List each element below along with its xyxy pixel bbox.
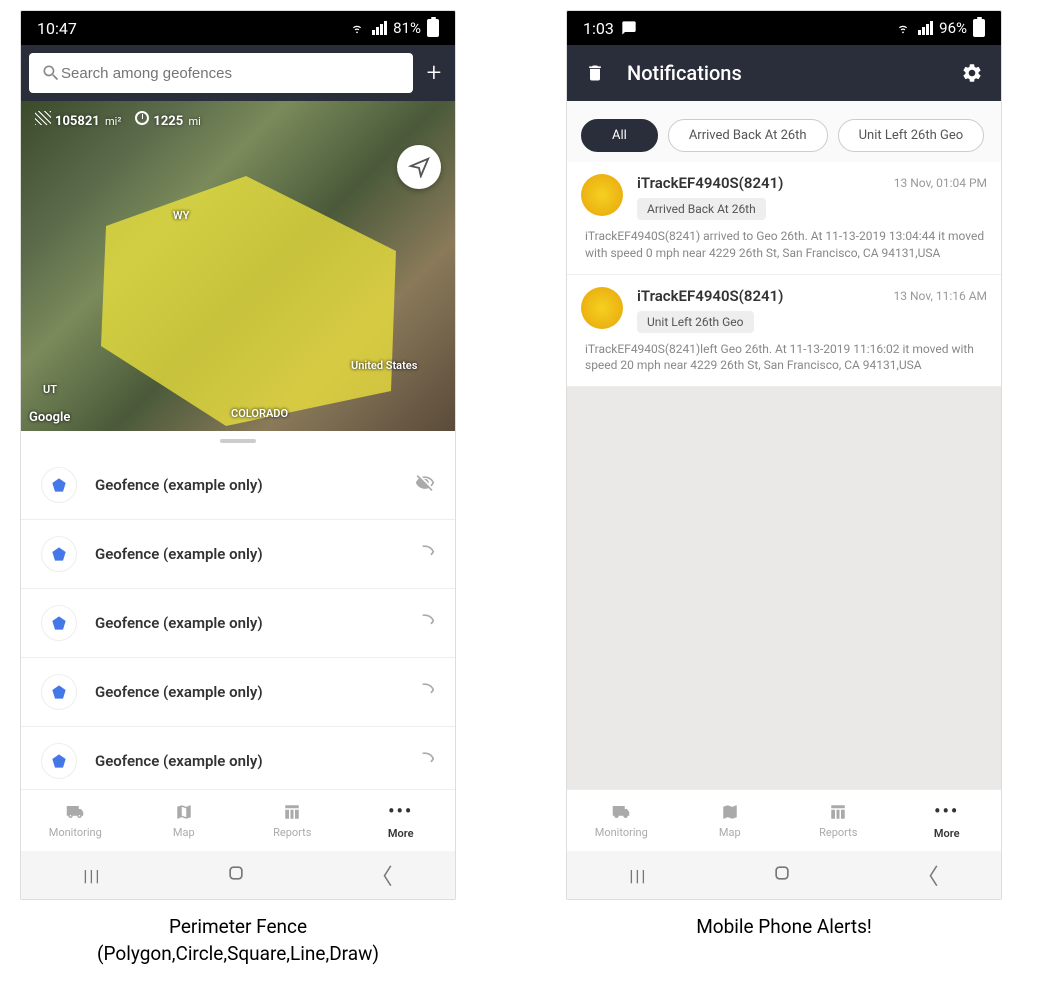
map-label-ut: UT xyxy=(43,383,57,396)
notification-desc: iTrackEF4940S(8241) arrived to Geo 26th.… xyxy=(581,228,987,262)
table-icon xyxy=(281,803,303,821)
signal-icon xyxy=(918,21,933,35)
geofence-shape-icon xyxy=(41,605,77,641)
map-label-co: COLORADO xyxy=(231,407,288,420)
recent-apps-button[interactable]: ||| xyxy=(83,866,101,885)
geofence-polygon xyxy=(86,171,416,431)
nav-monitoring[interactable]: Monitoring xyxy=(567,790,676,851)
caption-left: Perimeter Fence(Polygon,Circle,Square,Li… xyxy=(20,914,456,967)
more-icon: ••• xyxy=(388,801,413,822)
wifi-icon xyxy=(348,21,366,35)
notification-card[interactable]: iTrackEF4940S(8241)13 Nov, 11:16 AM Unit… xyxy=(567,275,1001,388)
home-button[interactable] xyxy=(772,863,792,887)
list-item[interactable]: Geofence (example only) xyxy=(21,589,455,658)
back-button[interactable]: 〈 xyxy=(917,859,939,891)
geofence-list: Geofence (example only) Geofence (exampl… xyxy=(21,451,455,789)
back-button[interactable]: 〈 xyxy=(371,859,393,891)
notifications-list: iTrackEF4940S(8241)13 Nov, 01:04 PM Arri… xyxy=(567,162,1001,789)
nav-reports[interactable]: Reports xyxy=(784,790,893,851)
trash-icon[interactable] xyxy=(585,63,605,83)
map-icon xyxy=(173,803,195,821)
visibility-off-icon[interactable] xyxy=(415,680,435,704)
wifi-icon xyxy=(894,21,912,35)
notification-desc: iTrackEF4940S(8241)left Geo 26th. At 11-… xyxy=(581,341,987,375)
vehicle-icon xyxy=(581,174,623,216)
filter-all[interactable]: All xyxy=(581,119,658,152)
bottom-nav: Monitoring Map Reports •••More xyxy=(21,789,455,851)
van-icon xyxy=(63,803,87,821)
notification-tag: Arrived Back At 26th xyxy=(637,198,766,220)
map-google: Google xyxy=(29,410,70,425)
recent-apps-button[interactable]: ||| xyxy=(629,866,647,885)
nav-more[interactable]: •••More xyxy=(347,790,456,851)
van-icon xyxy=(609,803,633,821)
home-button[interactable] xyxy=(226,863,246,887)
phone-notifications: 1:03 96% Notifications All Arrived Back … xyxy=(566,10,1002,900)
list-item[interactable]: Geofence (example only) xyxy=(21,520,455,589)
page-title: Notifications xyxy=(627,61,961,85)
geofence-shape-icon xyxy=(41,467,77,503)
more-icon: ••• xyxy=(934,801,959,822)
visibility-off-icon[interactable] xyxy=(415,473,435,497)
status-bar: 1:03 96% xyxy=(567,11,1001,45)
phone-geofences: 10:47 81% + 105821 mi² 1225 mi xyxy=(20,10,456,900)
search-header: + xyxy=(21,45,455,101)
battery-percent: 81% xyxy=(393,19,421,37)
visibility-off-icon[interactable] xyxy=(415,611,435,635)
battery-percent: 96% xyxy=(939,19,967,37)
status-time: 10:47 xyxy=(37,19,77,38)
map[interactable]: 105821 mi² 1225 mi WY United States COLO… xyxy=(21,101,455,431)
nav-map[interactable]: Map xyxy=(130,790,239,851)
caption-right: Mobile Phone Alerts! xyxy=(566,914,1002,941)
system-nav: ||| 〈 xyxy=(567,851,1001,899)
notifications-header: Notifications xyxy=(567,45,1001,101)
table-icon xyxy=(827,803,849,821)
map-icon xyxy=(719,803,741,821)
map-label-wy: WY xyxy=(173,209,189,222)
status-bar: 10:47 81% xyxy=(21,11,455,45)
list-item[interactable]: Geofence (example only) xyxy=(21,451,455,520)
list-item[interactable]: Geofence (example only) xyxy=(21,727,455,789)
search-input[interactable] xyxy=(61,65,401,82)
search-box[interactable] xyxy=(29,53,413,93)
perimeter-icon xyxy=(135,111,149,125)
message-icon xyxy=(620,20,638,36)
status-time: 1:03 xyxy=(583,19,614,38)
nav-map[interactable]: Map xyxy=(676,790,785,851)
filter-arrived[interactable]: Arrived Back At 26th xyxy=(668,119,828,152)
bottom-nav: Monitoring Map Reports •••More xyxy=(567,789,1001,851)
signal-icon xyxy=(372,21,387,35)
search-icon xyxy=(41,63,61,83)
battery-icon xyxy=(973,19,985,37)
vehicle-icon xyxy=(581,287,623,329)
visibility-off-icon[interactable] xyxy=(415,749,435,773)
visibility-off-icon[interactable] xyxy=(415,542,435,566)
nav-more[interactable]: •••More xyxy=(893,790,1002,851)
drag-handle[interactable] xyxy=(21,431,455,451)
nav-reports[interactable]: Reports xyxy=(238,790,347,851)
filter-bar: All Arrived Back At 26th Unit Left 26th … xyxy=(567,101,1001,162)
geofence-shape-icon xyxy=(41,743,77,779)
map-label-us: United States xyxy=(351,359,417,372)
area-icon xyxy=(35,111,51,125)
gear-icon[interactable] xyxy=(961,62,983,84)
filter-left[interactable]: Unit Left 26th Geo xyxy=(838,119,985,152)
notification-tag: Unit Left 26th Geo xyxy=(637,311,754,333)
geofence-shape-icon xyxy=(41,674,77,710)
list-item[interactable]: Geofence (example only) xyxy=(21,658,455,727)
add-button[interactable]: + xyxy=(421,60,447,86)
geofence-shape-icon xyxy=(41,536,77,572)
battery-icon xyxy=(427,19,439,37)
notification-card[interactable]: iTrackEF4940S(8241)13 Nov, 01:04 PM Arri… xyxy=(567,162,1001,275)
nav-monitoring[interactable]: Monitoring xyxy=(21,790,130,851)
system-nav: ||| 〈 xyxy=(21,851,455,899)
map-metrics: 105821 mi² 1225 mi xyxy=(35,111,201,129)
